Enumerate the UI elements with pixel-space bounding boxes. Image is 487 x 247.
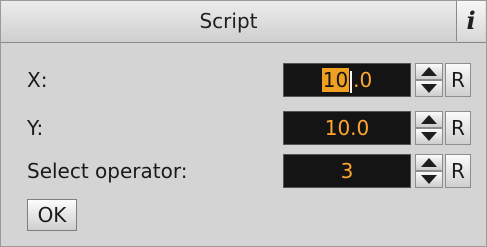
field-label-y: Y:	[27, 116, 44, 140]
script-panel: Script i X: 10.0 R Y: 10.0 R Select oper…	[0, 0, 487, 247]
y-increment-arrow-icon[interactable]	[415, 111, 443, 128]
field-row-x: X: 10.0 R	[1, 63, 486, 97]
select-operator-decrement-arrow-icon[interactable]	[415, 171, 443, 188]
text-caret	[350, 70, 353, 93]
y-reset-button[interactable]: R	[445, 111, 471, 145]
y-value-input[interactable]: 10.0	[283, 111, 411, 145]
y-decrement-arrow-icon[interactable]	[415, 128, 443, 145]
ok-button[interactable]: OK	[27, 199, 77, 231]
x-value-rest: .0	[353, 68, 373, 92]
select-operator-increment-arrow-icon[interactable]	[415, 154, 443, 171]
x-decrement-arrow-icon[interactable]	[415, 80, 443, 97]
text-selection: 10	[321, 68, 350, 92]
field-label-x: X:	[27, 68, 48, 92]
field-row-select-operator: Select operator: 3 R	[1, 154, 486, 188]
title-bar: Script i	[1, 1, 486, 43]
field-label-select-operator: Select operator:	[27, 159, 188, 183]
x-reset-button[interactable]: R	[445, 63, 471, 97]
y-spinner	[415, 111, 443, 145]
select-operator-reset-button[interactable]: R	[445, 154, 471, 188]
info-button[interactable]: i	[456, 1, 485, 41]
panel-title: Script	[199, 9, 258, 33]
x-spinner	[415, 63, 443, 97]
select-operator-spinner	[415, 154, 443, 188]
x-value-input[interactable]: 10.0	[283, 63, 411, 97]
field-row-y: Y: 10.0 R	[1, 111, 486, 145]
x-increment-arrow-icon[interactable]	[415, 63, 443, 80]
select-operator-input[interactable]: 3	[283, 154, 411, 188]
